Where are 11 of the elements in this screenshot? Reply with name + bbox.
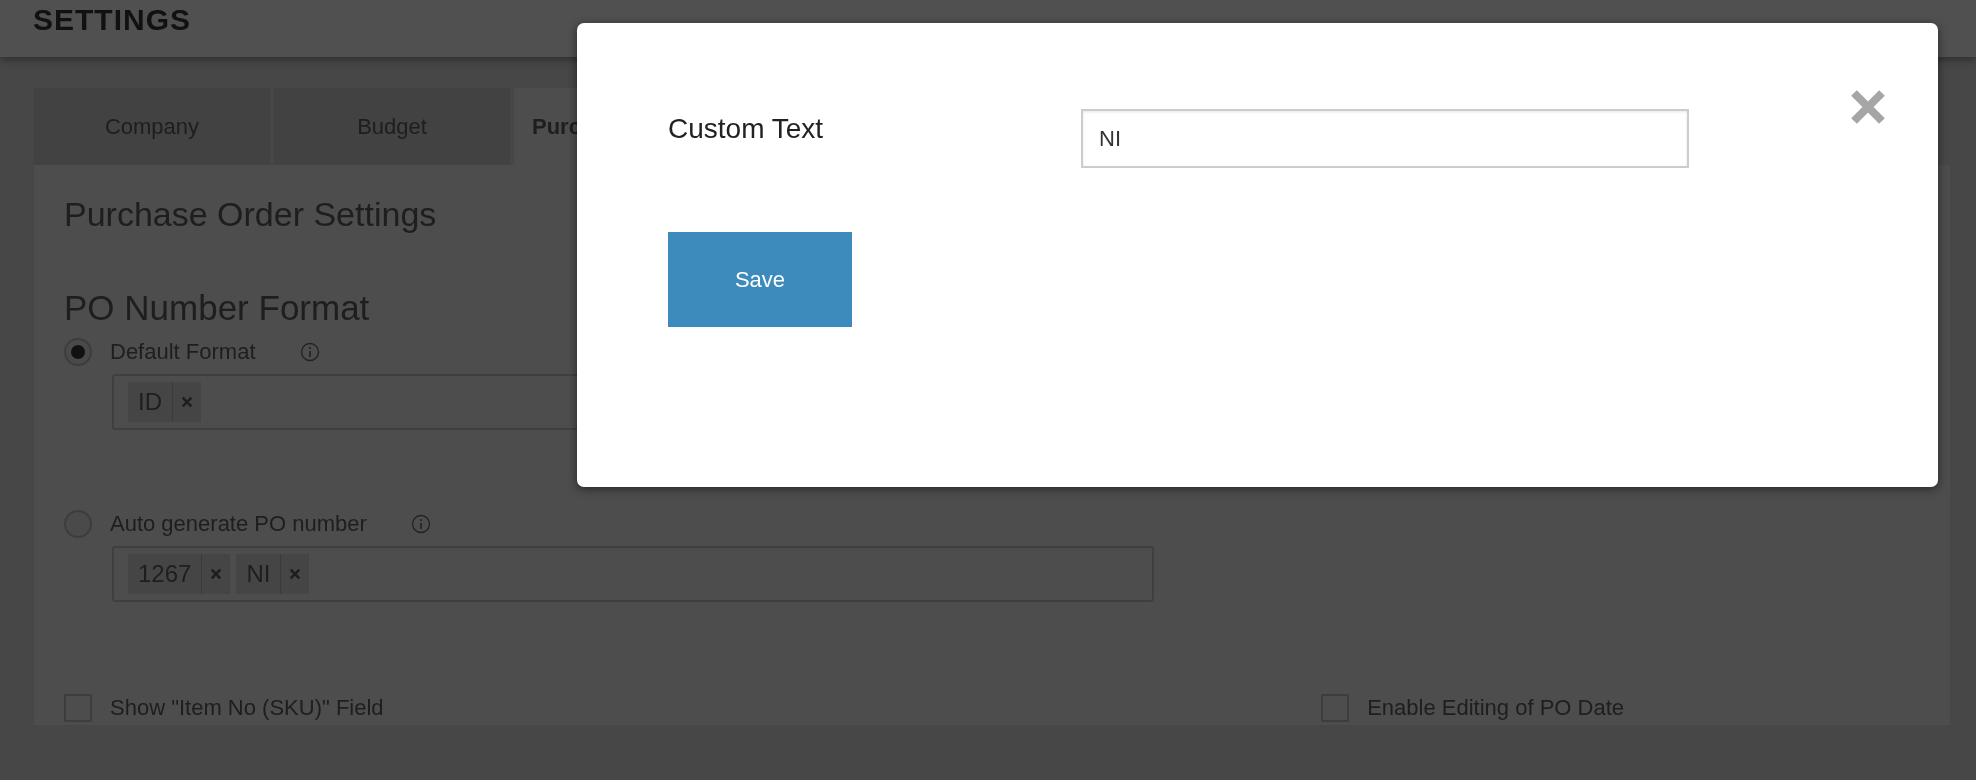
- info-icon[interactable]: [410, 514, 431, 534]
- field-label: Custom Text: [668, 112, 825, 145]
- remove-icon[interactable]: [181, 396, 193, 408]
- close-icon[interactable]: [1850, 89, 1886, 125]
- page-title: SETTINGS: [33, 5, 191, 35]
- info-icon[interactable]: [299, 342, 320, 362]
- custom-text-field[interactable]: NI: [1081, 109, 1689, 168]
- remove-icon[interactable]: [210, 568, 223, 580]
- remove-icon[interactable]: [289, 568, 302, 580]
- radio-button[interactable]: [64, 338, 92, 366]
- save-button[interactable]: Save: [668, 232, 852, 327]
